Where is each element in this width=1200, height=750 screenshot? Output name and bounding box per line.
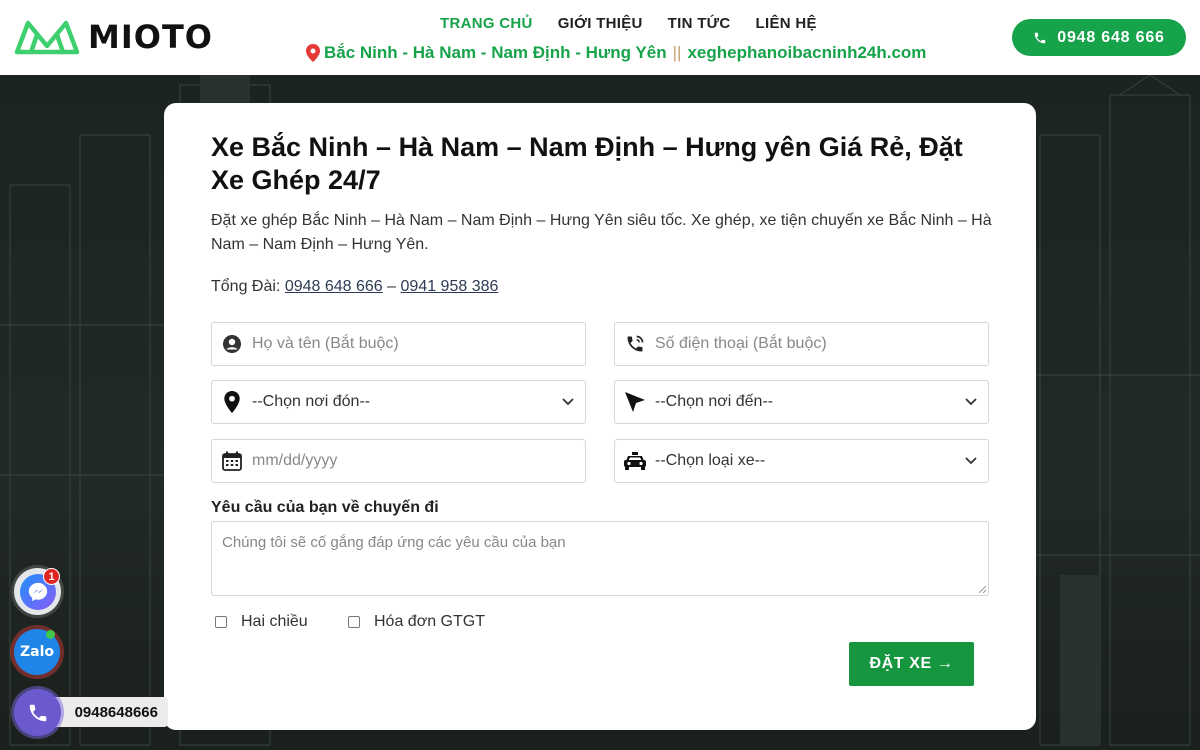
vehicle-selected: --Chọn loại xe-- [655, 452, 766, 469]
brand-name: MIOTO [88, 18, 213, 56]
vehicle-select[interactable]: --Chọn loại xe-- [614, 439, 989, 483]
round-trip-checkbox[interactable]: Hai chiều [215, 613, 308, 631]
request-textarea[interactable]: Chúng tôi sẽ cố gắng đáp ứng các yêu cầu… [211, 521, 989, 596]
phone-icon [29, 704, 46, 721]
hotline-link-2[interactable]: 0941 958 386 [401, 278, 499, 295]
phone-placeholder: Số điện thoại (Bắt buộc) [655, 335, 827, 352]
zalo-label: Zalo [19, 644, 54, 660]
nav-item-home[interactable]: TRANG CHỦ [440, 15, 533, 32]
date-input[interactable]: mm/dd/yyyy [211, 439, 586, 483]
book-button[interactable]: ĐẶT XE → [849, 642, 974, 686]
round-trip-box[interactable] [215, 616, 227, 628]
pickup-select[interactable]: --Chọn nơi đón-- [211, 380, 586, 424]
chevron-down-icon [954, 398, 988, 406]
hotline: Tổng Đài: 0948 648 666 – 0941 958 386 [211, 278, 498, 296]
phone-input[interactable]: Số điện thoại (Bắt buộc) [614, 322, 989, 366]
nav-item-news[interactable]: TIN TỨC [668, 15, 731, 32]
chevron-down-icon [551, 398, 585, 406]
header-call-button[interactable]: 0948 648 666 [1012, 19, 1186, 56]
brand-logo[interactable]: MIOTO [14, 18, 213, 56]
header-call-number: 0948 648 666 [1057, 28, 1165, 46]
site-header: MIOTO TRANG CHỦ GIỚI THIỆU TIN TỨC LIÊN … [0, 0, 1200, 75]
date-placeholder: mm/dd/yyyy [252, 452, 338, 469]
tagline-site[interactable]: xeghephanoibacninh24h.com [687, 43, 926, 63]
calendar-icon [212, 451, 252, 471]
header-tagline: Bắc Ninh - Hà Nam - Nam Định - Hưng Yên … [306, 43, 926, 63]
pickup-selected: --Chọn nơi đón-- [252, 393, 371, 410]
location-arrow-icon [615, 391, 655, 413]
dropoff-select[interactable]: --Chọn nơi đến-- [614, 380, 989, 424]
round-trip-label: Hai chiều [241, 613, 308, 630]
invoice-box[interactable] [348, 616, 360, 628]
name-placeholder: Họ và tên (Bắt buộc) [252, 335, 399, 352]
tagline-route: Bắc Ninh - Hà Nam - Nam Định - Hưng Yên [324, 43, 667, 62]
taxi-icon [615, 452, 655, 470]
floating-call-button[interactable] [14, 689, 61, 736]
hotline-link-1[interactable]: 0948 648 666 [285, 278, 383, 295]
page-title: Xe Bắc Ninh – Hà Nam – Nam Định – Hưng y… [211, 132, 963, 195]
nav-item-about[interactable]: GIỚI THIỆU [558, 15, 643, 32]
invoice-checkbox[interactable]: Hóa đơn GTGT [348, 613, 485, 631]
hotline-separator: – [387, 278, 397, 295]
booking-card: Xe Bắc Ninh – Hà Nam – Nam Định – Hưng y… [164, 103, 1036, 730]
logo-mark-icon [14, 20, 80, 55]
name-input[interactable]: Họ và tên (Bắt buộc) [211, 322, 586, 366]
main-nav: TRANG CHỦ GIỚI THIỆU TIN TỨC LIÊN HỆ [440, 15, 817, 32]
hotline-label: Tổng Đài: [211, 278, 281, 295]
user-icon [212, 334, 252, 354]
page-description: Đặt xe ghép Bắc Ninh – Hà Nam – Nam Định… [211, 212, 992, 253]
request-label: Yêu cầu của bạn về chuyến đi [211, 499, 439, 516]
invoice-label: Hóa đơn GTGT [374, 613, 485, 630]
messenger-badge: 1 [43, 568, 60, 585]
resize-grip-icon[interactable] [978, 585, 986, 593]
request-placeholder: Chúng tôi sẽ cố gắng đáp ứng các yêu cầu… [222, 534, 566, 551]
dropoff-selected: --Chọn nơi đến-- [655, 393, 774, 410]
map-pin-icon [306, 44, 320, 62]
zalo-online-dot [46, 630, 55, 639]
nav-item-contact[interactable]: LIÊN HỆ [756, 15, 817, 32]
tagline-separator: || [672, 43, 682, 62]
phone-icon [1035, 32, 1046, 43]
phone-volume-icon [615, 334, 655, 354]
location-pin-icon [212, 391, 252, 413]
chevron-down-icon [954, 457, 988, 465]
